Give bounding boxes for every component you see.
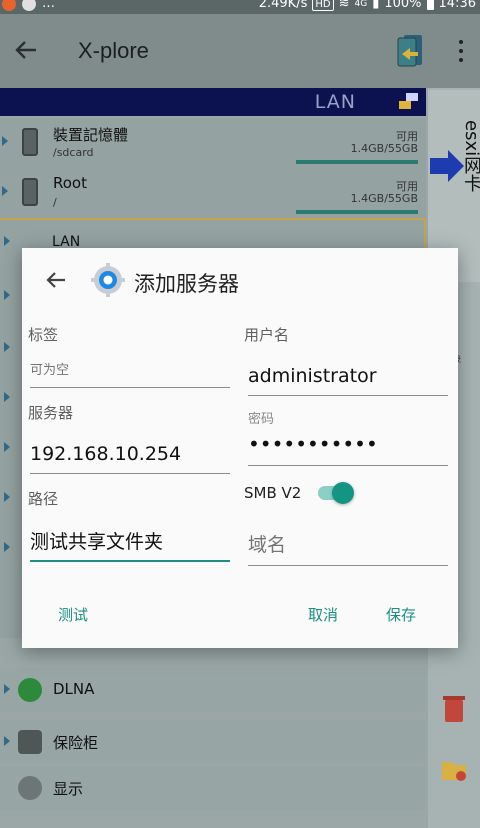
label-input[interactable] [30, 354, 230, 388]
notification-icon [22, 0, 36, 11]
cancel-button[interactable]: 取消 [308, 604, 338, 625]
save-button[interactable]: 保存 [386, 604, 416, 625]
path-field-label: 路径 [28, 490, 59, 508]
password-input[interactable]: ••••••••••• [248, 428, 448, 466]
clock: 14:36 [438, 0, 476, 11]
test-button[interactable]: 测试 [58, 604, 88, 625]
username-input[interactable] [248, 356, 448, 396]
toggle-thumb [332, 482, 354, 504]
status-left: … [2, 0, 55, 11]
status-bar: … 2.49K/s HD ≋ 4G ▮ 100% 14:36 [0, 0, 480, 14]
hd-badge: HD [312, 0, 334, 11]
battery-level: 100% [384, 0, 422, 11]
server-field-label: 服务器 [28, 404, 74, 422]
more-notifications-icon: … [42, 0, 55, 11]
smb-v2-toggle[interactable] [318, 480, 358, 504]
battery-icon [426, 0, 434, 10]
label-field-label: 标签 [28, 326, 59, 344]
network-speed: 2.49K/s [258, 0, 308, 11]
username-field-label: 用户名 [244, 326, 290, 344]
path-input[interactable] [30, 520, 230, 562]
domain-input[interactable] [248, 524, 448, 566]
notification-icon [2, 0, 16, 11]
password-field-label: 密码 [248, 412, 275, 427]
network-type: 4G [354, 0, 368, 9]
smb-v2-label: SMB V2 [244, 484, 302, 502]
status-right: 2.49K/s HD ≋ 4G ▮ 100% 14:36 [259, 0, 476, 11]
wifi-icon: ≋ [338, 0, 350, 11]
server-input[interactable] [30, 434, 230, 474]
settings-gear-icon [91, 263, 125, 297]
add-server-dialog: 添加服务器 标签 服务器 路径 用户名 密码 ••••••••••• SMB V… [22, 248, 458, 648]
dialog-title: 添加服务器 [134, 272, 239, 296]
back-arrow-icon[interactable] [44, 268, 68, 292]
signal-icon: ▮ [372, 0, 380, 11]
